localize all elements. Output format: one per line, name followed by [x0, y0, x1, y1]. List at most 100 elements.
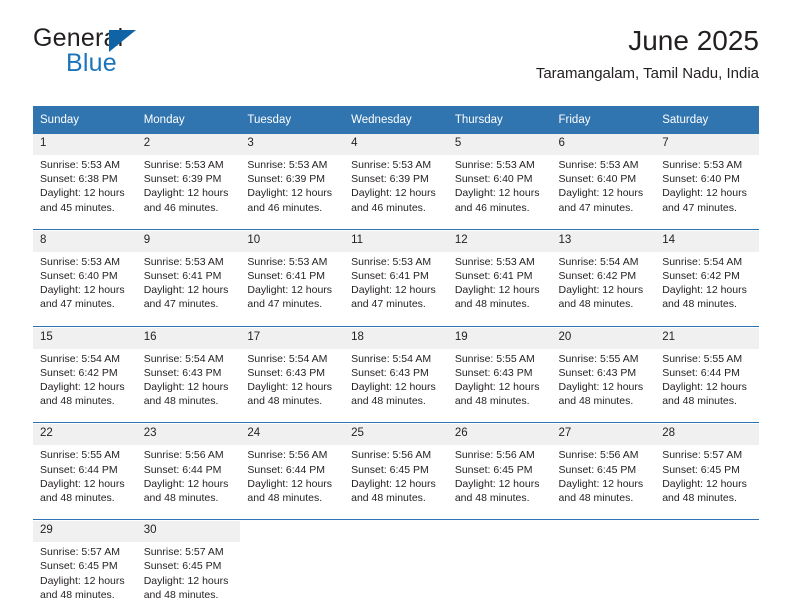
day-daylight-1-text: Daylight: 12 hours	[558, 284, 644, 297]
week-spacer-cell	[33, 505, 759, 520]
day-number[interactable]: 3	[240, 134, 345, 155]
day-number[interactable]: 29	[33, 521, 137, 543]
day-number[interactable]: 12	[447, 230, 552, 252]
general-blue-logo[interactable]: General Blue	[33, 24, 263, 86]
day-number[interactable]: 25	[344, 424, 448, 446]
day-daylight-2-text: and 47 minutes.	[351, 298, 426, 311]
day-sunrise-text: Sunrise: 5:53 AM	[454, 159, 535, 171]
day-sunrise-text: Sunrise: 5:56 AM	[143, 449, 224, 462]
day-cell[interactable]: Sunrise: 5:53 AM Sunset: 6:41 PM Daylight:…	[447, 251, 552, 312]
day-cell[interactable]: Sunrise: 5:56 AM Sunset: 6:45 PM Daylight:…	[447, 445, 552, 506]
day-cell[interactable]: Sunrise: 5:55 AM Sunset: 6:43 PM Daylight:…	[447, 348, 552, 409]
day-cell[interactable]: Sunrise: 5:53 AM Sunset: 6:41 PM Daylight:…	[240, 251, 345, 312]
day-daylight-2-text: and 48 minutes.	[247, 492, 323, 505]
day-number[interactable]: 16	[136, 327, 241, 349]
day-number[interactable]: 17	[240, 327, 345, 349]
day-number[interactable]: 21	[655, 327, 759, 349]
day-sunset-text: Sunset: 6:40 PM	[454, 173, 533, 186]
day-daylight-2-text: and 48 minutes.	[40, 395, 115, 408]
day-cell[interactable]: Sunrise: 5:54 AM Sunset: 6:43 PM Daylight:…	[136, 348, 241, 409]
day-daylight-2-text: and 47 minutes.	[40, 298, 115, 311]
day-number[interactable]: 22	[33, 424, 137, 446]
page-title: June 2025	[628, 25, 759, 56]
day-cell-empty	[344, 542, 448, 603]
day-daylight-2-text: and 48 minutes.	[454, 395, 530, 408]
day-number[interactable]: 27	[551, 424, 656, 446]
day-number[interactable]: 15	[33, 327, 137, 349]
day-cell[interactable]: Sunrise: 5:57 AM Sunset: 6:45 PM Daylight:…	[655, 445, 759, 506]
day-number[interactable]: 1	[33, 134, 137, 155]
day-number[interactable]: 10	[240, 230, 345, 252]
day-daylight-1-text: Daylight: 12 hours	[454, 187, 540, 200]
day-number[interactable]: 9	[136, 230, 241, 252]
day-number[interactable]: 2	[136, 134, 241, 155]
day-cell[interactable]: Sunrise: 5:54 AM Sunset: 6:43 PM Daylight:…	[240, 348, 345, 409]
day-cell[interactable]: Sunrise: 5:57 AM Sunset: 6:45 PM Daylight:…	[136, 542, 241, 603]
day-daylight-2-text: and 48 minutes.	[454, 298, 530, 311]
logo-text-blue: Blue	[66, 49, 117, 77]
day-cell[interactable]: Sunrise: 5:53 AM Sunset: 6:39 PM Daylight:…	[344, 155, 448, 215]
day-number[interactable]: 14	[655, 230, 759, 252]
day-cell[interactable]: Sunrise: 5:53 AM Sunset: 6:40 PM Daylight:…	[655, 155, 759, 215]
day-number[interactable]: 28	[655, 424, 759, 446]
day-sunset-text: Sunset: 6:45 PM	[40, 560, 118, 573]
day-cell[interactable]: Sunrise: 5:53 AM Sunset: 6:39 PM Daylight:…	[136, 155, 241, 215]
day-daylight-2-text: and 47 minutes.	[662, 201, 737, 214]
day-daylight-1-text: Daylight: 12 hours	[40, 284, 125, 297]
day-cell[interactable]: Sunrise: 5:56 AM Sunset: 6:45 PM Daylight:…	[551, 445, 656, 506]
day-sunrise-text: Sunrise: 5:57 AM	[662, 449, 743, 462]
day-cell[interactable]: Sunrise: 5:54 AM Sunset: 6:42 PM Daylight:…	[655, 251, 759, 312]
day-number[interactable]: 26	[447, 424, 552, 446]
day-sunset-text: Sunset: 6:45 PM	[454, 463, 533, 476]
day-number[interactable]: 20	[551, 327, 656, 349]
day-cell-empty	[240, 542, 345, 603]
day-number[interactable]: 8	[33, 230, 137, 252]
day-daylight-2-text: and 47 minutes.	[247, 298, 323, 311]
day-detail-row: Sunrise: 5:54 AM Sunset: 6:42 PM Daylight:…	[33, 348, 759, 409]
day-cell[interactable]: Sunrise: 5:57 AM Sunset: 6:45 PM Daylight:…	[33, 542, 137, 603]
day-number[interactable]: 7	[655, 134, 759, 155]
day-sunset-text: Sunset: 6:43 PM	[143, 366, 222, 379]
day-cell[interactable]: Sunrise: 5:53 AM Sunset: 6:39 PM Daylight:…	[240, 155, 345, 215]
day-cell[interactable]: Sunrise: 5:56 AM Sunset: 6:45 PM Daylight:…	[344, 445, 448, 506]
day-sunrise-text: Sunrise: 5:54 AM	[558, 255, 639, 268]
day-cell[interactable]: Sunrise: 5:55 AM Sunset: 6:43 PM Daylight:…	[551, 348, 656, 409]
day-daylight-1-text: Daylight: 12 hours	[143, 477, 229, 490]
day-number[interactable]: 13	[551, 230, 656, 252]
day-daylight-1-text: Daylight: 12 hours	[351, 381, 436, 394]
day-cell[interactable]: Sunrise: 5:56 AM Sunset: 6:44 PM Daylight:…	[240, 445, 345, 506]
day-number[interactable]: 5	[447, 134, 552, 155]
day-sunrise-text: Sunrise: 5:53 AM	[143, 255, 224, 268]
day-cell[interactable]: Sunrise: 5:53 AM Sunset: 6:40 PM Daylight:…	[33, 251, 137, 312]
day-daylight-1-text: Daylight: 12 hours	[247, 477, 333, 490]
day-cell[interactable]: Sunrise: 5:53 AM Sunset: 6:40 PM Daylight:…	[447, 155, 552, 215]
day-number[interactable]: 30	[136, 521, 241, 543]
day-cell[interactable]: Sunrise: 5:53 AM Sunset: 6:41 PM Daylight:…	[136, 251, 241, 312]
day-number[interactable]: 23	[136, 424, 241, 446]
day-sunrise-text: Sunrise: 5:54 AM	[40, 352, 120, 365]
day-daylight-1-text: Daylight: 12 hours	[558, 187, 644, 200]
day-cell[interactable]: Sunrise: 5:55 AM Sunset: 6:44 PM Daylight:…	[655, 348, 759, 409]
day-cell[interactable]: Sunrise: 5:55 AM Sunset: 6:44 PM Daylight:…	[33, 445, 137, 506]
day-cell[interactable]: Sunrise: 5:54 AM Sunset: 6:43 PM Daylight:…	[344, 348, 448, 409]
day-cell[interactable]: Sunrise: 5:54 AM Sunset: 6:42 PM Daylight:…	[33, 348, 137, 409]
day-daylight-1-text: Daylight: 12 hours	[40, 381, 125, 394]
day-sunrise-text: Sunrise: 5:56 AM	[454, 449, 535, 462]
day-cell[interactable]: Sunrise: 5:54 AM Sunset: 6:42 PM Daylight:…	[551, 251, 656, 312]
day-number[interactable]: 6	[551, 134, 656, 155]
day-number[interactable]: 18	[344, 327, 448, 349]
day-daylight-2-text: and 46 minutes.	[351, 201, 426, 214]
day-cell[interactable]: Sunrise: 5:56 AM Sunset: 6:44 PM Daylight:…	[136, 445, 241, 506]
day-number[interactable]: 4	[344, 134, 448, 155]
weekday-header-thursday: Thursday	[447, 106, 552, 134]
day-cell[interactable]: Sunrise: 5:53 AM Sunset: 6:40 PM Daylight:…	[551, 155, 656, 215]
day-daylight-1-text: Daylight: 12 hours	[247, 187, 333, 200]
day-sunset-text: Sunset: 6:41 PM	[143, 270, 222, 283]
day-number[interactable]: 19	[447, 327, 552, 349]
day-number[interactable]: 24	[240, 424, 345, 446]
day-cell[interactable]: Sunrise: 5:53 AM Sunset: 6:38 PM Daylight:…	[33, 155, 137, 215]
weekday-header-tuesday: Tuesday	[240, 106, 345, 134]
day-cell[interactable]: Sunrise: 5:53 AM Sunset: 6:41 PM Daylight:…	[344, 251, 448, 312]
day-daylight-2-text: and 48 minutes.	[143, 395, 219, 408]
day-number[interactable]: 11	[344, 230, 448, 252]
